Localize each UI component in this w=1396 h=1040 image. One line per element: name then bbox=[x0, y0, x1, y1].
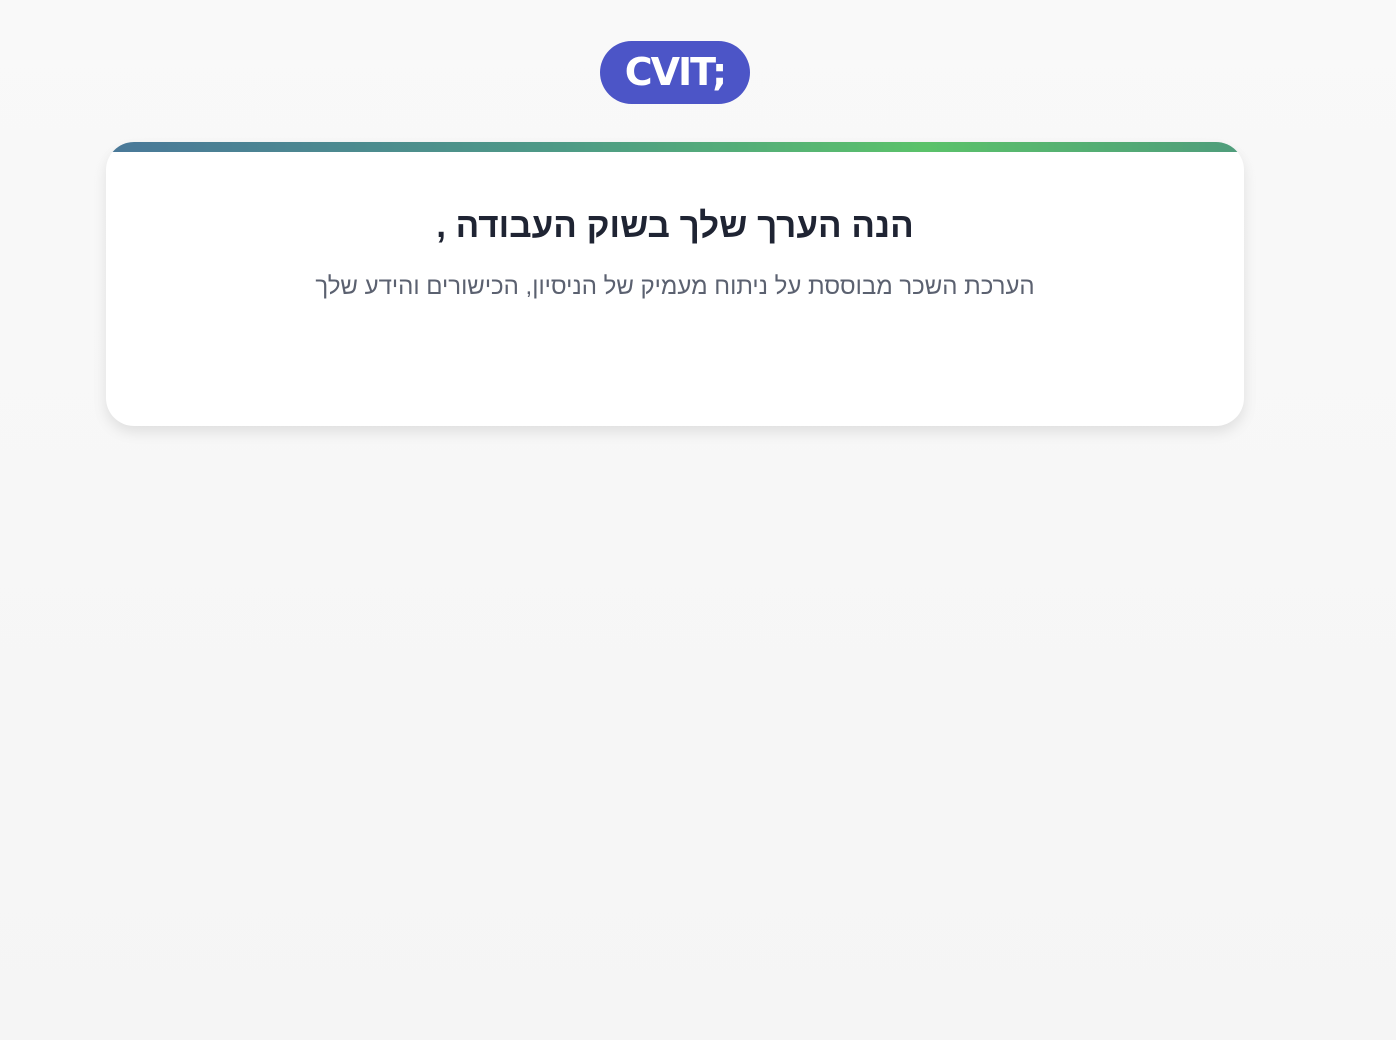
salary-result-card: הנה הערך שלך בשוק העבודה , הערכת השכר מב… bbox=[106, 142, 1244, 426]
cvit-logo[interactable]: CVIT; bbox=[600, 41, 750, 104]
card-accent-bar bbox=[106, 142, 1244, 152]
page-title: הנה הערך שלך בשוק העבודה , bbox=[436, 206, 914, 245]
logo-text: CVIT; bbox=[624, 49, 727, 94]
page-subtitle: הערכת השכר מבוססת על ניתוח מעמיק של הניס… bbox=[315, 273, 1035, 300]
